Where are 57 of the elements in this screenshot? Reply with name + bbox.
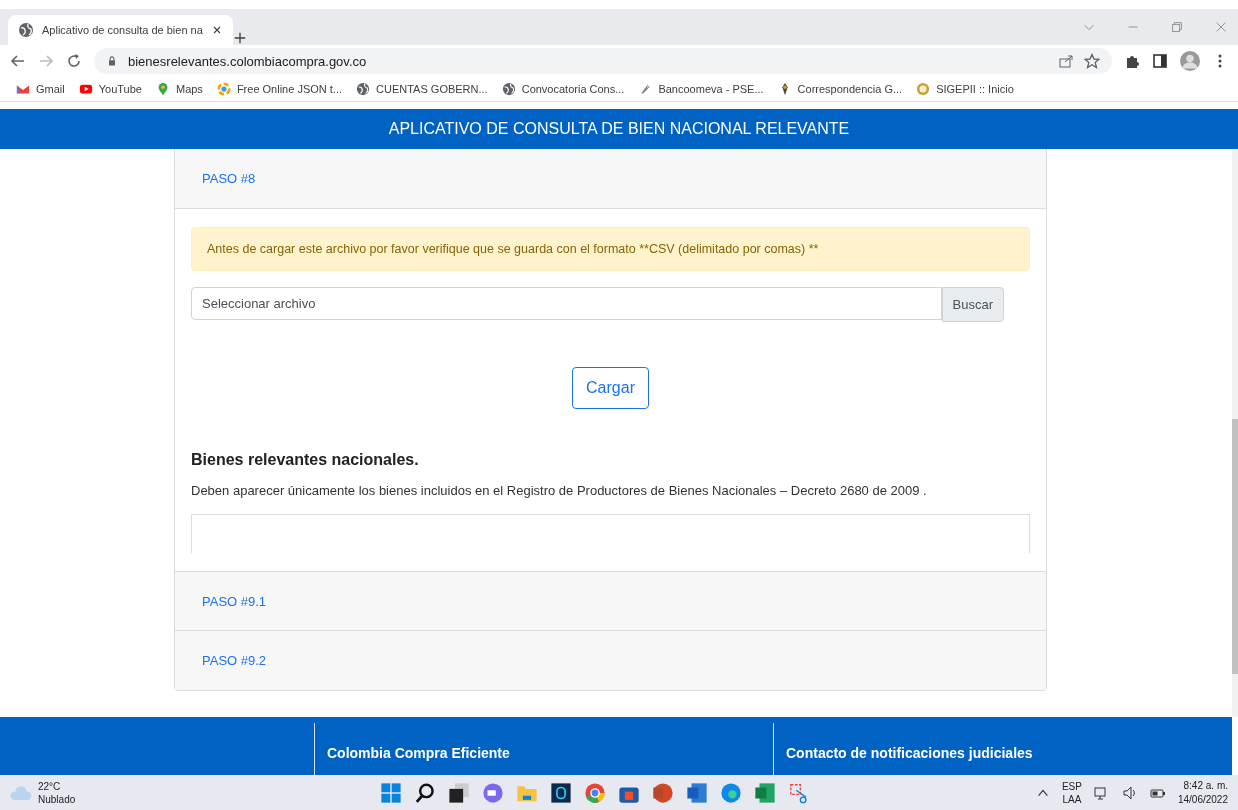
temperature: 22°C — [38, 780, 61, 793]
puzzle-icon — [1124, 53, 1140, 69]
video-icon — [78, 82, 93, 96]
globe-icon — [356, 82, 371, 96]
speaker-icon — [1121, 785, 1138, 801]
chat-icon — [482, 782, 504, 804]
input-language[interactable]: ESP — [1061, 780, 1082, 793]
feather-icon — [638, 82, 653, 96]
spreadsheet-app-icon — [754, 782, 776, 804]
browse-button[interactable]: Buscar — [941, 287, 1004, 322]
slides-app-icon — [652, 782, 674, 804]
avatar-icon — [1180, 51, 1200, 71]
forward-arrow-icon — [38, 53, 54, 69]
seal-icon — [916, 82, 931, 96]
app-tile-icon — [550, 782, 572, 804]
bookmark[interactable]: Free Online JSON t... — [216, 82, 343, 96]
windows-icon — [380, 782, 402, 804]
reload-icon — [66, 53, 82, 69]
scrollbar-thumb[interactable] — [1232, 419, 1238, 674]
accordion-header[interactable]: PASO #9.1 — [175, 572, 1046, 631]
back-arrow-icon — [10, 53, 26, 69]
globe-icon — [501, 82, 516, 96]
bookmark[interactable]: SIGEPII :: Inicio — [916, 82, 1014, 96]
scissors-icon — [788, 782, 810, 804]
bookmark[interactable]: Maps — [155, 82, 203, 96]
clock-time[interactable]: 8:42 a. m. — [1183, 779, 1228, 793]
task-view-icon — [448, 782, 470, 804]
search-icon — [414, 782, 436, 804]
bookmark[interactable]: Convocatoria Cons... — [501, 82, 625, 96]
bookmark[interactable]: Correspondencia G... — [777, 82, 903, 96]
weather-condition: Nublado — [38, 793, 76, 806]
address-bar[interactable]: bienesrelevantes.colombiacompra.gov.co — [94, 48, 1112, 74]
scrollbar-track[interactable] — [1232, 149, 1238, 717]
side-panel-icon — [1152, 53, 1168, 69]
new-tab-icon — [232, 31, 247, 45]
swirl-icon — [216, 82, 231, 96]
clock-date[interactable]: 14/06/2022 — [1177, 793, 1228, 807]
bookmark[interactable]: Bancoomeva - PSE... — [638, 82, 764, 96]
close-icon — [1214, 20, 1228, 34]
globe-icon — [18, 22, 34, 38]
upload-button[interactable]: Cargar — [572, 367, 649, 409]
page-header: APLICATIVO DE CONSULTA DE BIEN NACIONAL RELEVANTE — [0, 109, 1238, 149]
warning-alert: Antes de cargar este archivo por favor verifique que se guarda con el formato **CSV (delimitado por comas) ** — [191, 227, 1030, 271]
section-heading: Bienes relevantes nacionales. — [191, 451, 420, 469]
bookmark[interactable]: CUENTAS GOBERN... — [356, 82, 488, 96]
keyboard-layout[interactable]: LAA — [1062, 793, 1082, 806]
restore-icon — [1170, 20, 1184, 34]
bookmark[interactable]: Gmail — [16, 82, 65, 96]
browser-tab[interactable]: Aplicativo de consulta de bien na — [8, 15, 233, 45]
share-icon — [1058, 53, 1074, 69]
lock-icon — [106, 55, 118, 67]
accordion-header[interactable]: PASO #8 — [175, 149, 1046, 209]
section-description: Deben aparecer únicamente los bienes incluidos en el Registro de Productores de Bienes Nacionales – Decreto 2680 de 2009 . — [191, 483, 928, 498]
bookmark[interactable]: YouTube — [78, 82, 142, 96]
accordion-header[interactable]: PASO #9.2 — [175, 631, 1046, 690]
file-input-field[interactable]: Seleccionar archivo — [191, 287, 942, 320]
star-icon — [1084, 53, 1100, 69]
